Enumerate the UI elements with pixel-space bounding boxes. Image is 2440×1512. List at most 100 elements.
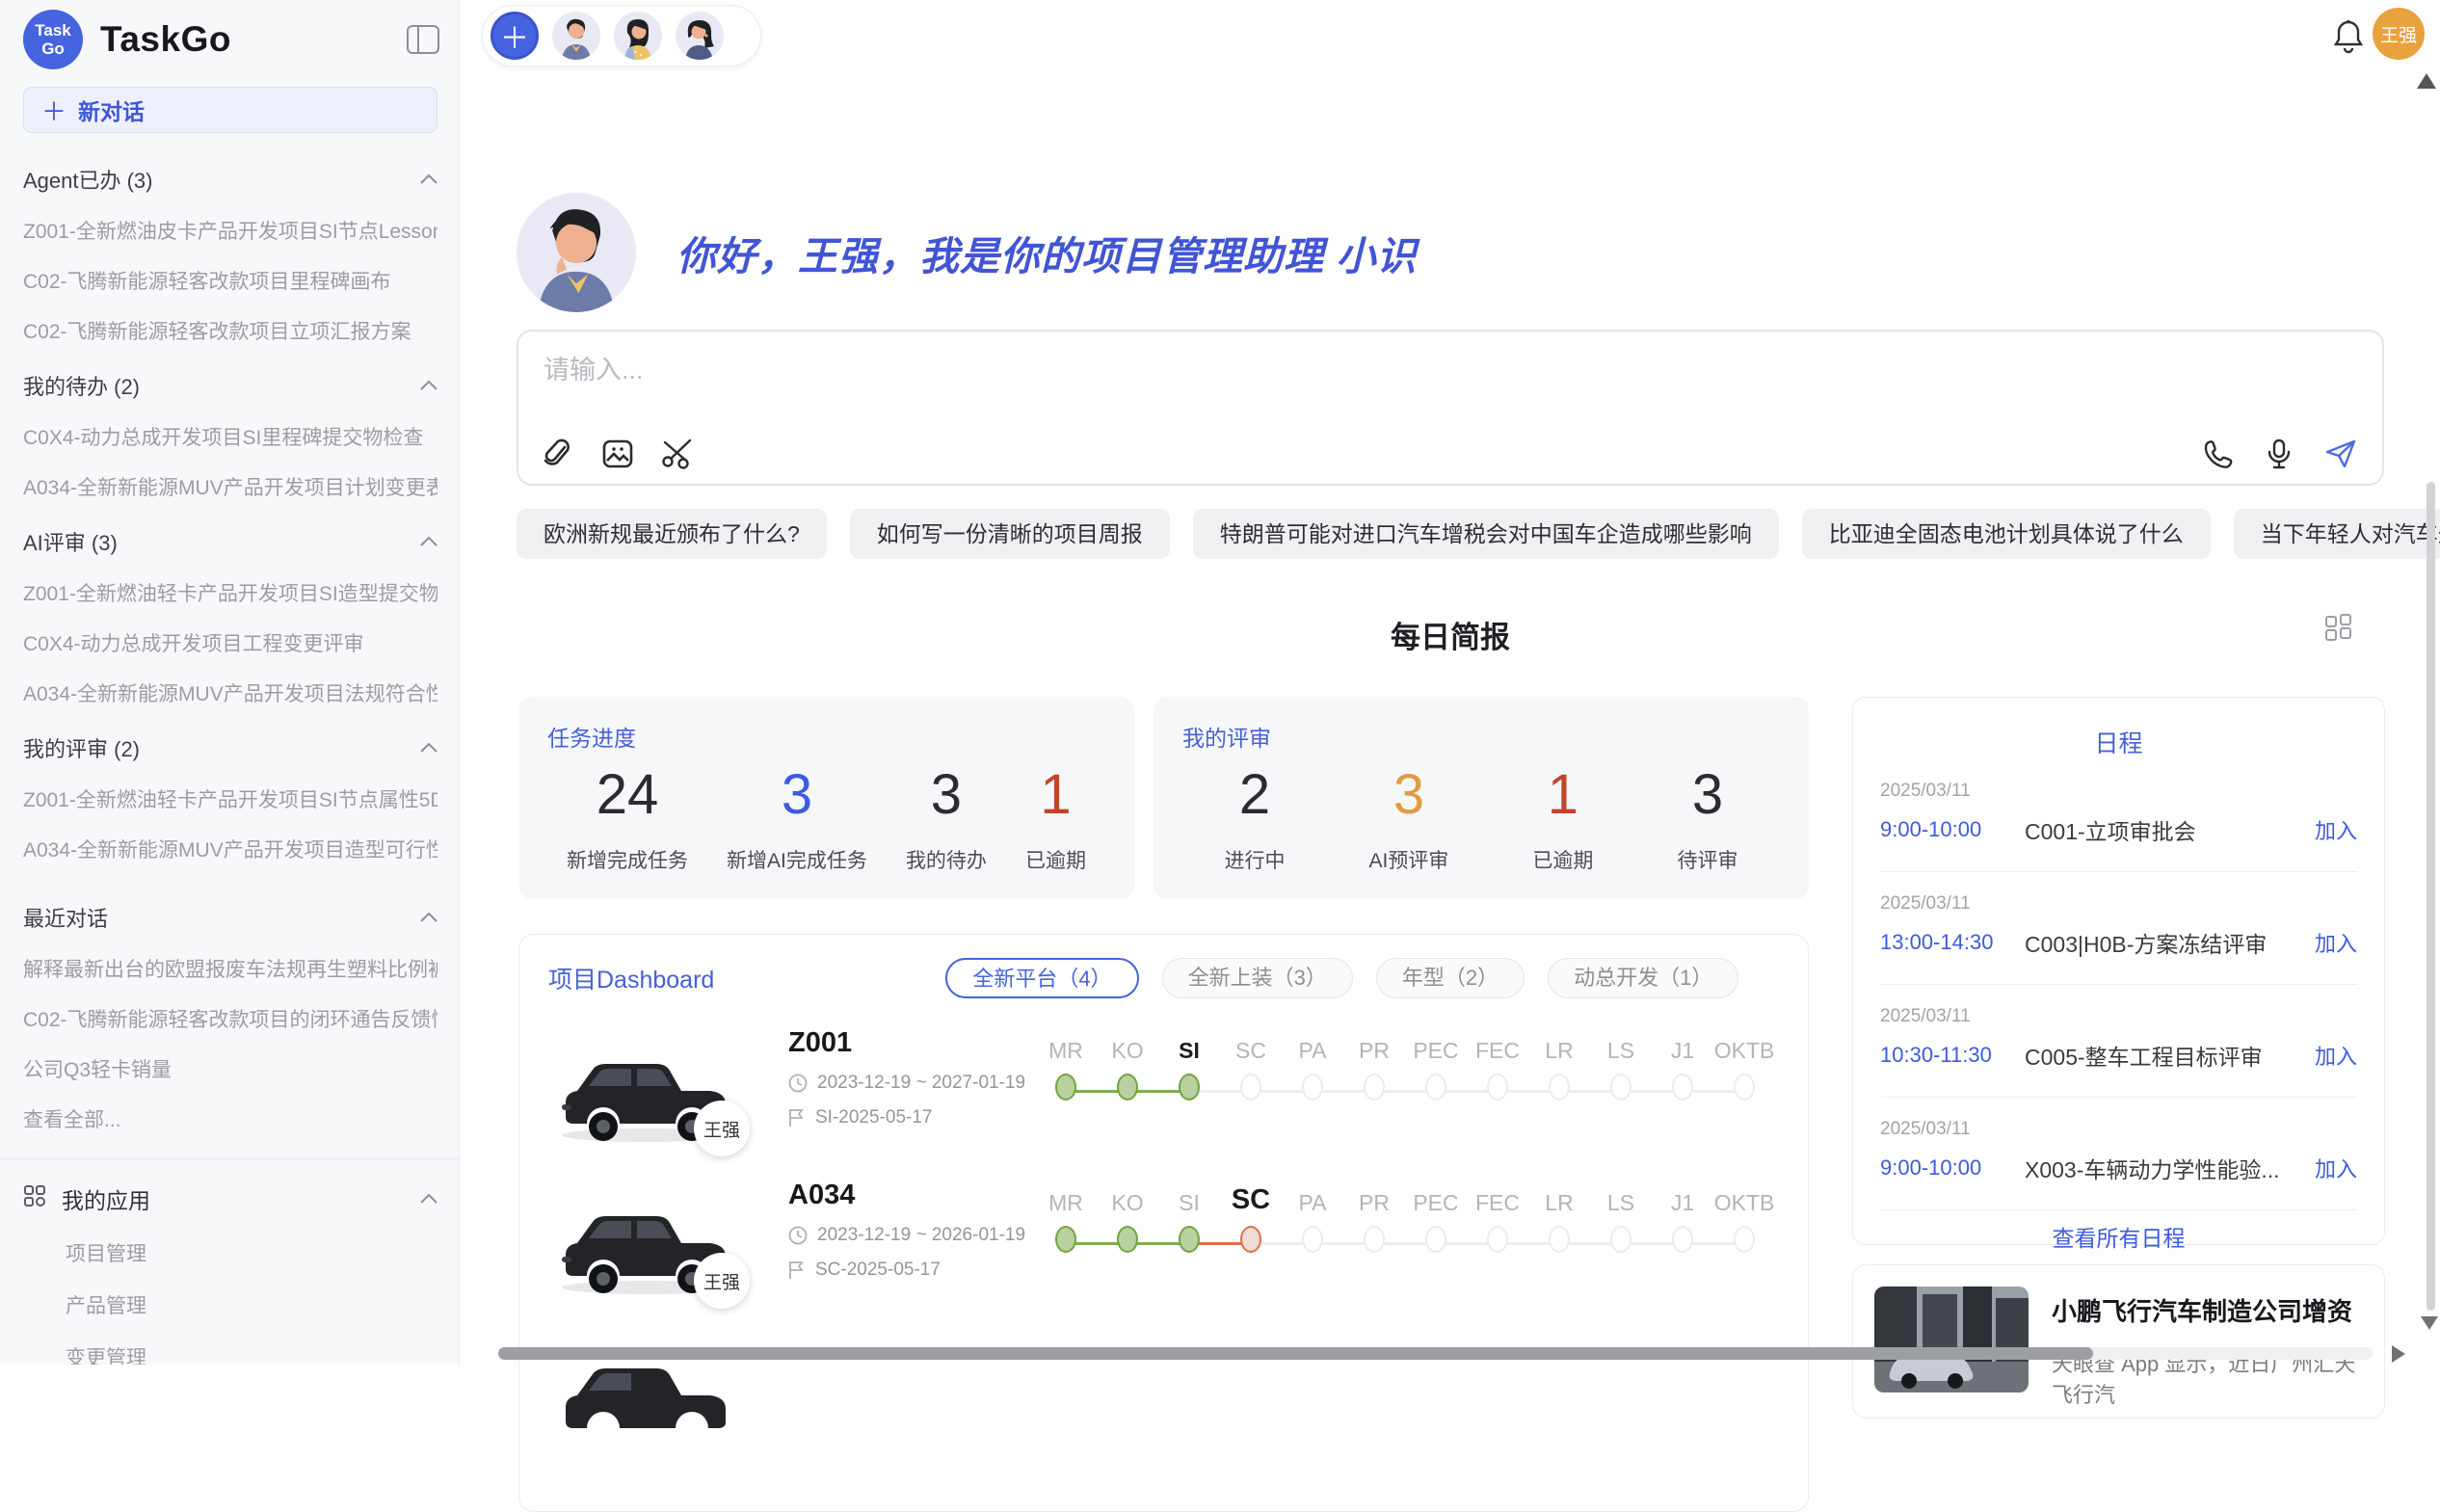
news-card[interactable]: 小鹏飞行汽车制造公司增资 天眼查 App 显示，近日广州汇天飞行汽: [1852, 1264, 2385, 1419]
schedule-time: 10:30-11:30: [1880, 1043, 2025, 1068]
team-member-avatar[interactable]: [614, 12, 662, 60]
schedule-name: C003|H0B-方案冻结评审: [2025, 926, 2315, 959]
tab-new-platform[interactable]: 全新平台（4）: [945, 958, 1138, 998]
milestone-dot: [1487, 1226, 1508, 1253]
section-agent-done[interactable]: Agent已办 (3): [23, 164, 438, 195]
scroll-up-arrow[interactable]: [2417, 73, 2436, 89]
section-recent-chats[interactable]: 最近对话: [23, 902, 438, 933]
layout-grid-icon[interactable]: [2324, 613, 2353, 647]
project-flag: SC-2025-05-17: [815, 1260, 941, 1281]
view-all-schedule-link[interactable]: 查看所有日程: [1880, 1210, 2357, 1253]
project-car-image: 王强: [548, 1180, 746, 1303]
dashboard-tabs: 全新平台（4） 全新上装（3） 年型（2） 动总开发（1）: [945, 958, 1738, 998]
chevron-up-icon[interactable]: [420, 537, 438, 546]
suggestion-chip[interactable]: 当下年轻人对汽车外观有怎样的喜好趋势: [2234, 509, 2440, 559]
milestone-dot: [1425, 1074, 1446, 1101]
sidebar-item[interactable]: Z001-全新燃油轻卡产品开发项目SI节点属性5D文件评审: [23, 784, 438, 813]
recent-chat-item[interactable]: 公司Q3轻卡销量: [23, 1054, 438, 1083]
news-title: 小鹏飞行汽车制造公司增资: [2052, 1292, 2363, 1328]
recent-chat-item[interactable]: 解释最新出台的欧盟报废车法规再生塑料比例被调至15%...: [23, 954, 438, 983]
image-upload-icon[interactable]: [601, 438, 634, 470]
sidebar-item[interactable]: A034-全新新能源MUV产品开发项目法规符合性评审: [23, 678, 438, 707]
sidebar-item[interactable]: C0X4-动力总成开发项目SI里程碑提交物检查: [23, 422, 438, 451]
milestone-dot: [1240, 1074, 1261, 1101]
plus-icon: ＋: [41, 93, 66, 128]
section-my-apps[interactable]: 我的应用: [23, 1182, 438, 1215]
recent-chat-item[interactable]: C02-飞腾新能源轻客改款项目的闭环通告反馈情况: [23, 1004, 438, 1033]
schedule-item: 2025/03/11 10:30-11:30 C005-整车工程目标评审 加入: [1880, 985, 2357, 1098]
project-row-a034[interactable]: 王强 A034 2023-12-19 ~ 2026-01-19 SC-2025-…: [548, 1180, 1779, 1303]
notification-bell-icon[interactable]: [2332, 19, 2365, 54]
chevron-up-icon[interactable]: [420, 174, 438, 184]
scroll-right-arrow[interactable]: [2392, 1345, 2405, 1363]
vertical-scrollbar-thumb[interactable]: [2427, 482, 2435, 1311]
assistant-avatar: [517, 193, 636, 312]
sidebar-item[interactable]: Z001-全新燃油皮卡产品开发项目SI节点Lesson Learn报告: [23, 216, 438, 245]
chat-input[interactable]: [542, 347, 2359, 418]
project-row-z001[interactable]: 王强 Z001 2023-12-19 ~ 2027-01-19 SI-2025-…: [548, 1027, 1779, 1151]
chevron-up-icon[interactable]: [420, 743, 438, 753]
schedule-time: 9:00-10:00: [1880, 817, 2025, 842]
team-member-avatar[interactable]: [676, 12, 724, 60]
suggestion-chip[interactable]: 欧洲新规最近颁布了什么?: [517, 509, 827, 559]
recent-view-all[interactable]: 查看全部...: [23, 1104, 438, 1133]
sidebar-item[interactable]: C02-飞腾新能源轻客改款项目里程碑画布: [23, 266, 438, 295]
section-my-todo[interactable]: 我的待办 (2): [23, 370, 438, 401]
user-avatar[interactable]: 王强: [2373, 8, 2425, 60]
join-link[interactable]: 加入: [2315, 927, 2357, 958]
join-link[interactable]: 加入: [2315, 1040, 2357, 1071]
sidebar-item[interactable]: C02-飞腾新能源轻客改款项目立项汇报方案: [23, 316, 438, 345]
milestone-dot-done: [1117, 1226, 1138, 1253]
milestone-track: MR KO SI SC PA PR PEC FEC LR LS J1 OKTB: [1035, 1181, 1775, 1253]
collapse-sidebar-icon[interactable]: [407, 25, 439, 54]
project-owner-badge: 王强: [694, 1253, 750, 1309]
section-my-review[interactable]: 我的评审 (2): [23, 732, 438, 763]
chevron-up-icon[interactable]: [420, 1194, 438, 1204]
add-member-button[interactable]: ＋: [491, 12, 539, 60]
team-member-avatar[interactable]: [552, 12, 600, 60]
sidebar-item[interactable]: A034-全新新能源MUV产品开发项目计划变更表编写: [23, 472, 438, 501]
milestone-dot: [1549, 1074, 1570, 1101]
sidebar-item[interactable]: Z001-全新燃油轻卡产品开发项目SI造型提交物评审: [23, 578, 438, 607]
project-name: Z001: [788, 1027, 1029, 1059]
microphone-icon[interactable]: [2263, 438, 2295, 470]
scissors-icon[interactable]: [661, 438, 694, 470]
milestone-dot-current: [1179, 1074, 1200, 1101]
my-review-card: 我的评审 2进行中 3AI预评审 1已逾期 3待评审: [1154, 697, 1809, 899]
scroll-down-arrow[interactable]: [2421, 1316, 2438, 1330]
sidebar-item[interactable]: A034-全新新能源MUV产品开发项目造型可行性评审: [23, 835, 438, 863]
schedule-time: 13:00-14:30: [1880, 930, 2025, 955]
horizontal-scrollbar[interactable]: [498, 1347, 2373, 1360]
suggestion-chip[interactable]: 如何写一份清晰的项目周报: [850, 509, 1170, 559]
section-ai-review[interactable]: AI评审 (3): [23, 526, 438, 557]
chevron-up-icon[interactable]: [420, 913, 438, 922]
stat-pending-review: 3待评审: [1677, 764, 1737, 874]
sidebar-item[interactable]: C0X4-动力总成开发项目工程变更评审: [23, 628, 438, 657]
app-item-change-mgmt[interactable]: 变更管理: [66, 1342, 438, 1365]
join-link[interactable]: 加入: [2315, 1153, 2357, 1183]
schedule-item: 2025/03/11 13:00-14:30 C003|H0B-方案冻结评审 加…: [1880, 872, 2357, 985]
clock-icon: [788, 1074, 808, 1093]
schedule-name: C001-立项审批会: [2025, 813, 2315, 846]
app-item-project-mgmt[interactable]: 项目管理: [66, 1238, 438, 1267]
suggestion-chip[interactable]: 比亚迪全固态电池计划具体说了什么: [1802, 509, 2211, 559]
apps-grid-icon: [23, 1184, 46, 1213]
milestone-dot: [1302, 1226, 1323, 1253]
attachment-icon[interactable]: [542, 438, 574, 470]
project-dashboard-card: 项目Dashboard 全新平台（4） 全新上装（3） 年型（2） 动总开发（1…: [518, 934, 1809, 1512]
send-icon[interactable]: [2324, 438, 2357, 470]
app-item-product-mgmt[interactable]: 产品管理: [66, 1290, 438, 1319]
milestone-dot: [1487, 1074, 1508, 1101]
tab-year-model[interactable]: 年型（2）: [1376, 958, 1525, 998]
new-chat-button[interactable]: ＋ 新对话: [23, 87, 438, 133]
horizontal-scrollbar-thumb[interactable]: [498, 1347, 2093, 1360]
tab-powertrain[interactable]: 动总开发（1）: [1548, 958, 1738, 998]
tab-new-body[interactable]: 全新上装（3）: [1162, 958, 1353, 998]
chevron-up-icon[interactable]: [420, 381, 438, 390]
suggestion-chip[interactable]: 特朗普可能对进口汽车增税会对中国车企造成哪些影响: [1193, 509, 1779, 559]
phone-call-icon[interactable]: [2201, 438, 2234, 470]
milestone-dot: [1610, 1074, 1631, 1101]
schedule-name: C005-整车工程目标评审: [2025, 1039, 2315, 1072]
sidebar: Task Go TaskGo ＋ 新对话 Agent已办 (3) Z001-全新…: [0, 0, 460, 1365]
join-link[interactable]: 加入: [2315, 814, 2357, 845]
